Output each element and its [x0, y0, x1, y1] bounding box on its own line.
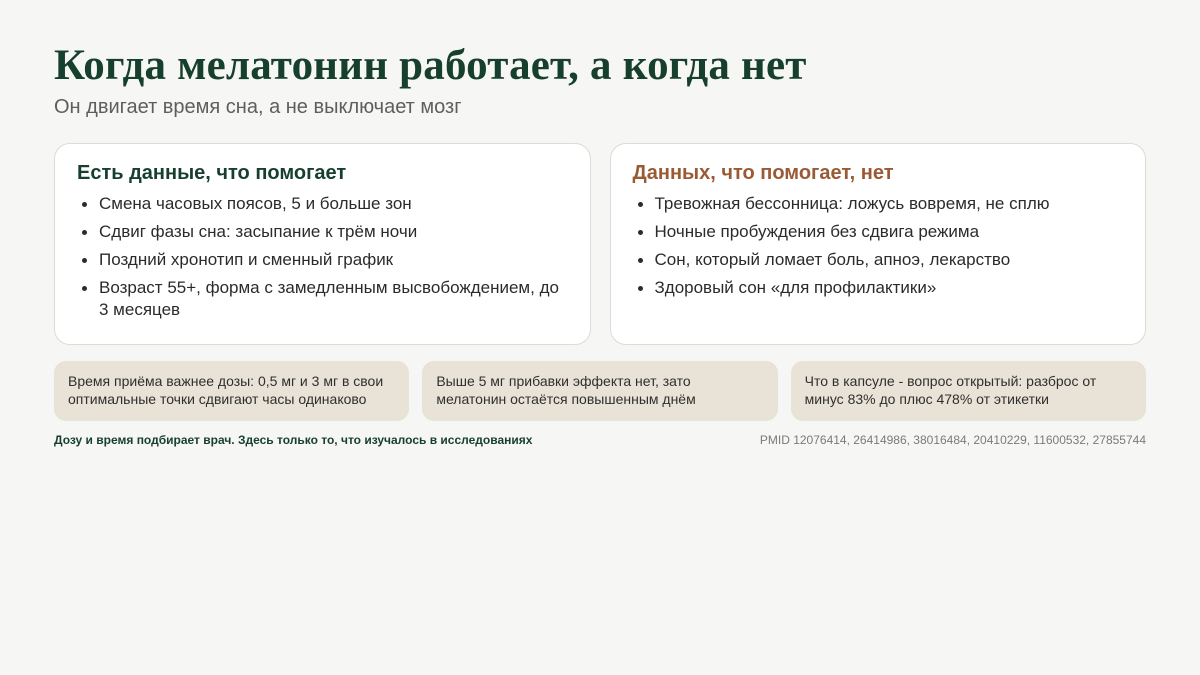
no-evidence-card: Данных, что помогает, нет Тревожная бесс…: [609, 143, 1146, 345]
no-evidence-list-item: Ночные пробуждения без сдвига режима: [637, 221, 1124, 243]
evidence-card: Есть данные, что помогает Смена часовых …: [54, 143, 591, 345]
comparison-cards: Есть данные, что помогает Смена часовых …: [54, 143, 1146, 345]
footer: Дозу и время подбирает врач. Здесь тольк…: [54, 432, 1146, 448]
note-dose: Выше 5 мг прибавки эффекта нет, зато мел…: [422, 361, 778, 421]
no-evidence-list-item: Тревожная бессонница: ложусь вовремя, не…: [637, 193, 1124, 215]
note-timing: Время приёма важнее дозы: 0,5 мг и 3 мг …: [54, 361, 410, 421]
no-evidence-list-item: Здоровый сон «для профилактики»: [637, 277, 1124, 299]
evidence-list-item: Поздний хронотип и сменный график: [82, 249, 568, 271]
slide: Когда мелатонин работает, а когда нет Он…: [54, 40, 1146, 448]
footer-references: PMID 12076414, 26414986, 38016484, 20410…: [759, 433, 1146, 447]
page-title: Когда мелатонин работает, а когда нет: [54, 42, 807, 89]
no-evidence-card-title: Данных, что помогает, нет: [632, 162, 894, 184]
evidence-list-item: Смена часовых поясов, 5 и больше зон: [82, 193, 568, 215]
evidence-card-title: Есть данные, что помогает: [77, 162, 347, 184]
no-evidence-list: Тревожная бессонница: ложусь вовремя, не…: [633, 193, 1124, 299]
no-evidence-list-item: Сон, который ломает боль, апноэ, лекарст…: [637, 249, 1124, 271]
footer-disclaimer: Дозу и время подбирает врач. Здесь тольк…: [54, 433, 533, 447]
evidence-list: Смена часовых поясов, 5 и больше зон Сдв…: [77, 193, 568, 321]
page-subtitle: Он двигает время сна, а не выключает моз…: [54, 96, 462, 118]
evidence-list-item: Возраст 55+, форма с замедленным высвобо…: [82, 277, 568, 321]
note-capsule: Что в капсуле - вопрос открытый: разброс…: [790, 361, 1146, 421]
notes-row: Время приёма важнее дозы: 0,5 мг и 3 мг …: [54, 361, 1146, 421]
evidence-list-item: Сдвиг фазы сна: засыпание к трём ночи: [82, 221, 568, 243]
